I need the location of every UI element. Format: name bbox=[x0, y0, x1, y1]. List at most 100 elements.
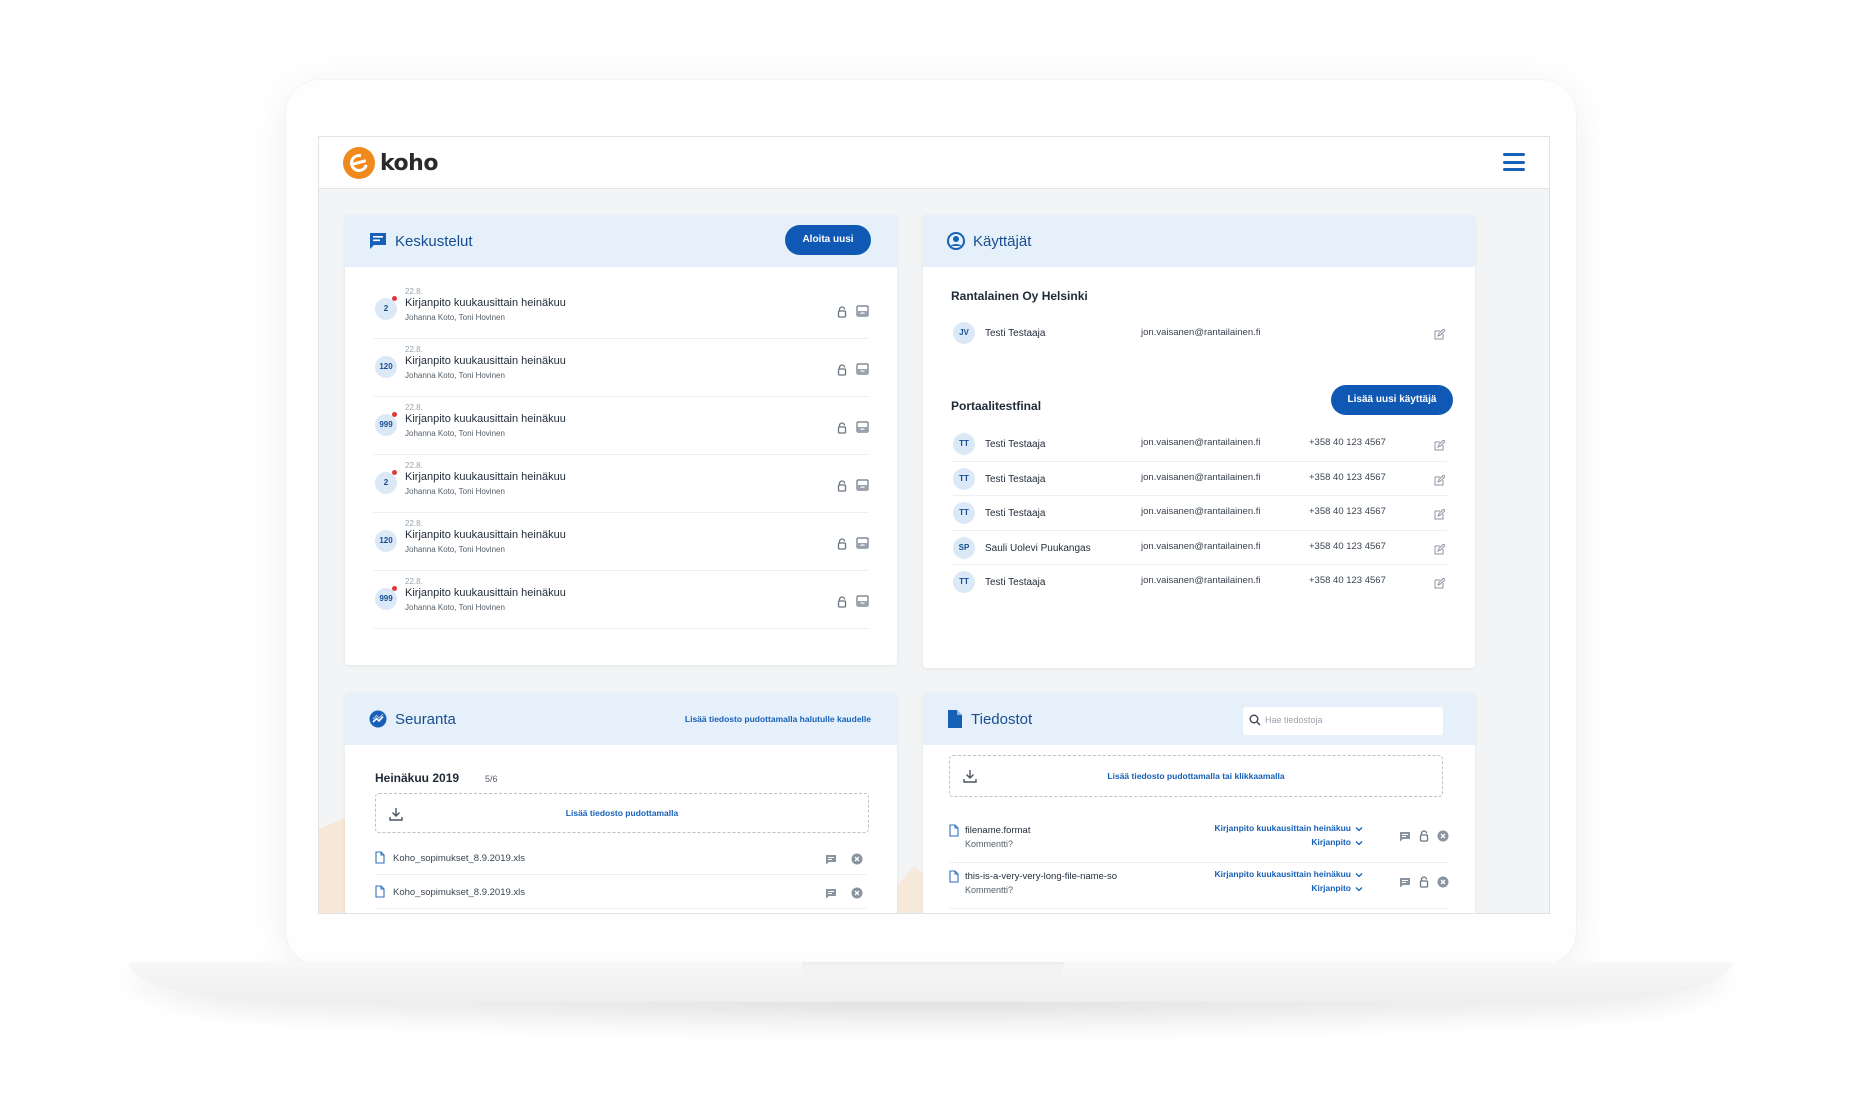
file-category-select[interactable]: Kirjanpito kuukausittain heinäkuu bbox=[1215, 869, 1364, 879]
user-name: Testi Testaaja bbox=[985, 473, 1046, 485]
tracking-file-row[interactable]: Koho_sopimukset_8.9.2019.xls bbox=[375, 879, 867, 909]
file-comment[interactable]: Kommentti? bbox=[965, 839, 1013, 849]
file-type-label: Kirjanpito bbox=[1311, 837, 1351, 847]
files-title: Tiedostot bbox=[971, 710, 1033, 728]
file-type-select[interactable]: Kirjanpito bbox=[1311, 837, 1363, 847]
file-type-select[interactable]: Kirjanpito bbox=[1311, 883, 1363, 893]
lock-icon[interactable] bbox=[837, 305, 847, 323]
tracking-file-row[interactable]: Koho_sopimukset_8.9.2019.xls bbox=[375, 845, 867, 875]
file-category-select[interactable]: Kirjanpito kuukausittain heinäkuu bbox=[1215, 823, 1364, 833]
comment-icon[interactable] bbox=[1399, 875, 1411, 893]
user-row[interactable]: JV Testi Testaaja jon.vaisanen@rantailai… bbox=[951, 313, 1447, 354]
file-icon bbox=[375, 851, 385, 869]
add-user-button[interactable]: Lisää uusi käyttäjä bbox=[1331, 385, 1453, 415]
message-count-badge: 999 bbox=[375, 414, 397, 436]
unread-dot bbox=[392, 586, 397, 591]
conversation-row[interactable]: 120 22.8. Kirjanpito kuukausittain heinä… bbox=[373, 513, 869, 571]
lock-icon[interactable] bbox=[837, 421, 847, 439]
document-icon bbox=[948, 710, 962, 728]
top-bar: koho bbox=[319, 137, 1549, 189]
archive-icon[interactable] bbox=[856, 478, 869, 496]
tracking-card: Seuranta Lisää tiedosto pudottamalla hal… bbox=[345, 693, 897, 913]
edit-icon[interactable] bbox=[1434, 576, 1446, 594]
lock-icon[interactable] bbox=[837, 363, 847, 381]
org-title: Portaalitestfinal bbox=[951, 399, 1042, 413]
file-type-label: Kirjanpito bbox=[1311, 883, 1351, 893]
tracking-header-link[interactable]: Lisää tiedosto pudottamalla halutulle ka… bbox=[685, 714, 871, 724]
conversation-date: 22.8. bbox=[405, 577, 423, 586]
conversation-row[interactable]: 999 22.8. Kirjanpito kuukausittain heinä… bbox=[373, 397, 869, 455]
lock-icon[interactable] bbox=[1419, 829, 1429, 847]
edit-icon[interactable] bbox=[1434, 327, 1446, 345]
conversation-participants: Johanna Koto, Toni Hovinen bbox=[405, 429, 505, 438]
conversation-title: Kirjanpito kuukausittain heinäkuu bbox=[405, 355, 566, 367]
edit-icon[interactable] bbox=[1434, 507, 1446, 525]
user-row[interactable]: TT Testi Testaaja jon.vaisanen@rantailai… bbox=[951, 427, 1447, 462]
file-category-label: Kirjanpito kuukausittain heinäkuu bbox=[1214, 869, 1352, 879]
user-group: TT Testi Testaaja jon.vaisanen@rantailai… bbox=[951, 427, 1447, 600]
chevron-down-icon bbox=[1351, 837, 1363, 847]
user-row[interactable]: SP Sauli Uolevi Puukangas jon.vaisanen@r… bbox=[951, 531, 1447, 565]
file-comment[interactable]: Kommentti? bbox=[965, 885, 1013, 895]
user-row[interactable]: TT Testi Testaaja jon.vaisanen@rantailai… bbox=[951, 565, 1447, 600]
avatar: TT bbox=[953, 502, 975, 524]
remove-icon[interactable] bbox=[1437, 875, 1449, 893]
user-name: Testi Testaaja bbox=[985, 577, 1046, 588]
user-phone: +358 40 123 4567 bbox=[1309, 471, 1386, 483]
avatar: SP bbox=[953, 536, 975, 559]
files-dropzone[interactable]: Lisää tiedosto pudottamalla tai klikkaam… bbox=[949, 755, 1443, 797]
edit-icon[interactable] bbox=[1434, 542, 1446, 560]
tracking-dropzone[interactable]: Lisää tiedosto pudottamalla bbox=[375, 793, 869, 833]
lock-icon[interactable] bbox=[837, 595, 847, 613]
users-card: Käyttäjät Rantalainen Oy Helsinki JV Tes… bbox=[923, 215, 1475, 668]
conversation-row[interactable]: 999 22.8. Kirjanpito kuukausittain heinä… bbox=[373, 571, 869, 629]
lock-icon[interactable] bbox=[837, 479, 847, 497]
message-count-badge: 999 bbox=[375, 588, 397, 610]
user-email: jon.vaisanen@rantailainen.fi bbox=[1141, 575, 1261, 586]
comment-icon[interactable] bbox=[1399, 829, 1411, 847]
conversation-row[interactable]: 120 22.8. Kirjanpito kuukausittain heinä… bbox=[373, 339, 869, 397]
archive-icon[interactable] bbox=[856, 594, 869, 612]
conversations-card: Keskustelut Aloita uusi 2 22.8. Kirjanpi… bbox=[345, 215, 897, 665]
archive-icon[interactable] bbox=[856, 420, 869, 438]
archive-icon[interactable] bbox=[856, 362, 869, 380]
file-row[interactable]: this-is-a-very-very-long-file-name-so Ko… bbox=[949, 865, 1449, 909]
lock-icon[interactable] bbox=[1419, 875, 1429, 893]
conversation-row[interactable]: 2 22.8. Kirjanpito kuukausittain heinäku… bbox=[373, 455, 869, 513]
file-icon bbox=[949, 824, 959, 842]
archive-icon[interactable] bbox=[856, 304, 869, 322]
unread-dot bbox=[392, 470, 397, 475]
start-new-button[interactable]: Aloita uusi bbox=[785, 225, 871, 255]
users-title: Käyttäjät bbox=[973, 232, 1032, 250]
file-row[interactable]: filename.format Kommentti? Kirjanpito ku… bbox=[949, 819, 1449, 863]
file-name: Koho_sopimukset_8.9.2019.xls bbox=[393, 853, 526, 864]
tracking-header: Seuranta Lisää tiedosto pudottamalla hal… bbox=[345, 693, 897, 745]
user-phone: +358 40 123 4567 bbox=[1309, 575, 1386, 586]
user-row[interactable]: TT Testi Testaaja jon.vaisanen@rantailai… bbox=[951, 462, 1447, 496]
user-email: jon.vaisanen@rantailainen.fi bbox=[1141, 540, 1261, 552]
comment-icon[interactable] bbox=[825, 886, 837, 904]
conversation-row[interactable]: 2 22.8. Kirjanpito kuukausittain heinäku… bbox=[373, 281, 869, 339]
remove-icon[interactable] bbox=[1437, 829, 1449, 847]
message-count-badge: 120 bbox=[375, 356, 397, 378]
edit-icon[interactable] bbox=[1434, 473, 1446, 491]
koho-logo-icon bbox=[343, 147, 375, 179]
file-search-input[interactable]: Hae tiedostoja bbox=[1243, 707, 1443, 735]
edit-icon[interactable] bbox=[1434, 438, 1446, 456]
user-row[interactable]: TT Testi Testaaja jon.vaisanen@rantailai… bbox=[951, 496, 1447, 531]
lock-icon[interactable] bbox=[837, 537, 847, 555]
message-count-badge: 2 bbox=[375, 298, 397, 320]
remove-icon[interactable] bbox=[851, 886, 863, 904]
conversation-title: Kirjanpito kuukausittain heinäkuu bbox=[405, 529, 566, 541]
menu-icon[interactable] bbox=[1503, 153, 1525, 171]
user-name: Testi Testaaja bbox=[985, 439, 1046, 450]
files-card: Tiedostot Hae tiedostoja Lisää tiedosto … bbox=[923, 693, 1475, 913]
conversation-title: Kirjanpito kuukausittain heinäkuu bbox=[405, 587, 566, 599]
conversation-participants: Johanna Koto, Toni Hovinen bbox=[405, 603, 505, 612]
conversation-title: Kirjanpito kuukausittain heinäkuu bbox=[405, 297, 566, 309]
koho-logo[interactable]: koho bbox=[343, 147, 438, 179]
remove-icon[interactable] bbox=[851, 852, 863, 870]
archive-icon[interactable] bbox=[856, 536, 869, 554]
file-actions bbox=[1399, 829, 1449, 847]
comment-icon[interactable] bbox=[825, 852, 837, 870]
